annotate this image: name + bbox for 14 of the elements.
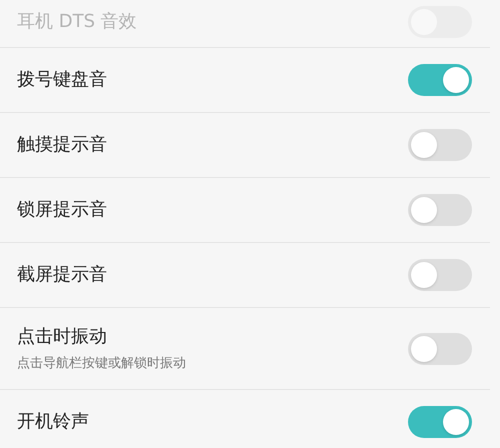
toggle-switch[interactable]	[408, 129, 472, 161]
setting-label: 拨号键盘音	[17, 68, 107, 92]
toggle-switch[interactable]	[408, 194, 472, 226]
setting-label: 耳机 DTS 音效	[17, 10, 137, 34]
toggle-switch[interactable]	[408, 332, 472, 364]
setting-label: 截屏提示音	[17, 263, 107, 287]
setting-description: 点击导航栏按键或解锁时振动	[17, 354, 186, 372]
toggle-switch[interactable]	[408, 406, 472, 438]
toggle-switch[interactable]	[408, 64, 472, 96]
toggle-switch[interactable]	[408, 259, 472, 291]
setting-label: 点击时振动	[17, 324, 108, 348]
setting-label: 触摸提示音	[17, 133, 107, 157]
setting-label: 开机铃声	[17, 410, 89, 434]
setting-label: 锁屏提示音	[17, 198, 107, 222]
